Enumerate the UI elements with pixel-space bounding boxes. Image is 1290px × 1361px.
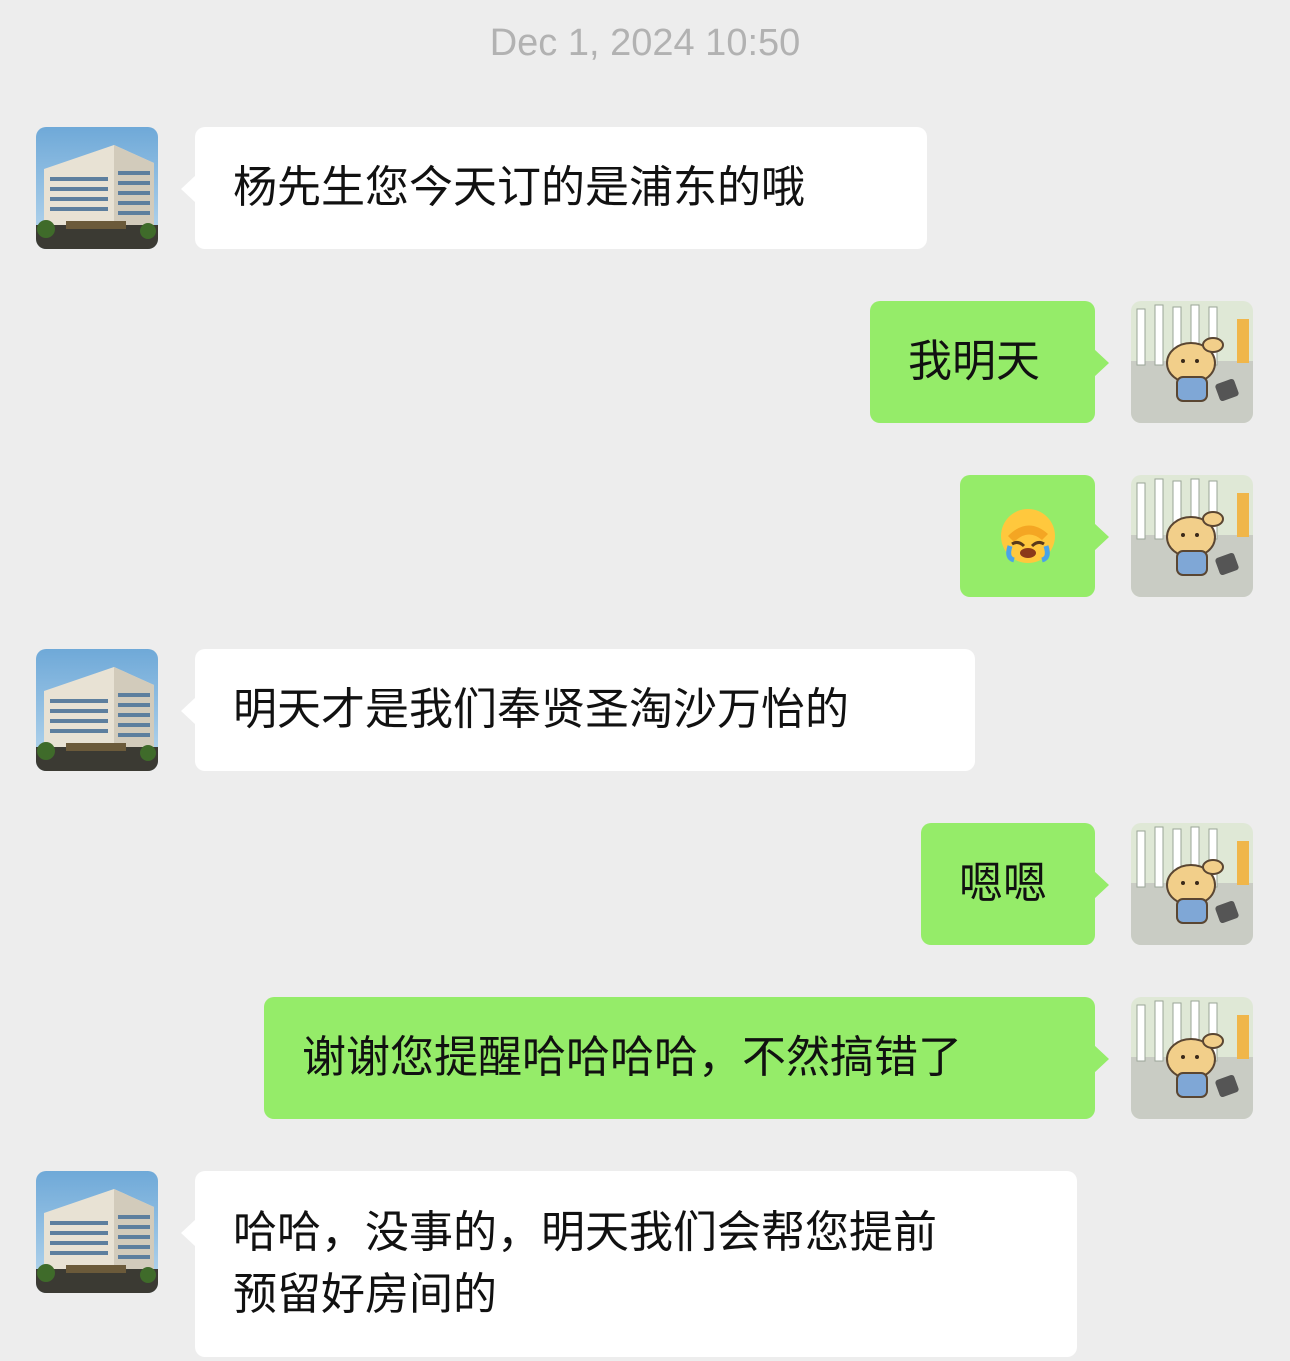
outgoing-message-bubble[interactable]: 我明天 — [870, 301, 1109, 423]
message-text: 明天才是我们奉贤圣淘沙万怡的 — [233, 684, 849, 735]
incoming-message-bubble[interactable]: 哈哈，没事的，明天我们会帮您提前 预留好房间的 — [181, 1171, 1077, 1357]
cartoon-dog-icon — [1131, 997, 1253, 1119]
incoming-message-bubble[interactable]: 明天才是我们奉贤圣淘沙万怡的 — [181, 649, 975, 771]
message-text: 嗯嗯 — [959, 858, 1047, 909]
cartoon-dog-icon — [1131, 301, 1253, 423]
user-avatar[interactable] — [1131, 997, 1253, 1119]
outgoing-message-bubble[interactable]: 嗯嗯 — [921, 823, 1109, 945]
facepalm-crying-emoji-icon — [1000, 509, 1055, 563]
message-text: 哈哈，没事的，明天我们会帮您提前 预留好房间的 — [233, 1207, 937, 1320]
hotel-avatar[interactable] — [36, 1171, 158, 1293]
cartoon-dog-icon — [1131, 823, 1253, 945]
message-text: 我明天 — [908, 336, 1040, 387]
incoming-message-bubble[interactable]: 杨先生您今天订的是浦东的哦 — [181, 127, 927, 249]
hotel-avatar[interactable] — [36, 649, 158, 771]
message-text: 谢谢您提醒哈哈哈哈，不然搞错了 — [302, 1032, 962, 1083]
cartoon-dog-icon — [1131, 475, 1253, 597]
user-avatar[interactable] — [1131, 823, 1253, 945]
message-text: 杨先生您今天订的是浦东的哦 — [233, 162, 805, 213]
user-avatar[interactable] — [1131, 301, 1253, 423]
hotel-building-icon — [36, 649, 158, 771]
user-avatar[interactable] — [1131, 475, 1253, 597]
outgoing-message-bubble[interactable]: 谢谢您提醒哈哈哈哈，不然搞错了 — [264, 997, 1109, 1119]
hotel-avatar[interactable] — [36, 127, 158, 249]
outgoing-emoji-bubble[interactable] — [960, 475, 1109, 597]
hotel-building-icon — [36, 127, 158, 249]
chat-timestamp: Dec 1, 2024 10:50 — [489, 22, 801, 64]
hotel-building-icon — [36, 1171, 158, 1293]
